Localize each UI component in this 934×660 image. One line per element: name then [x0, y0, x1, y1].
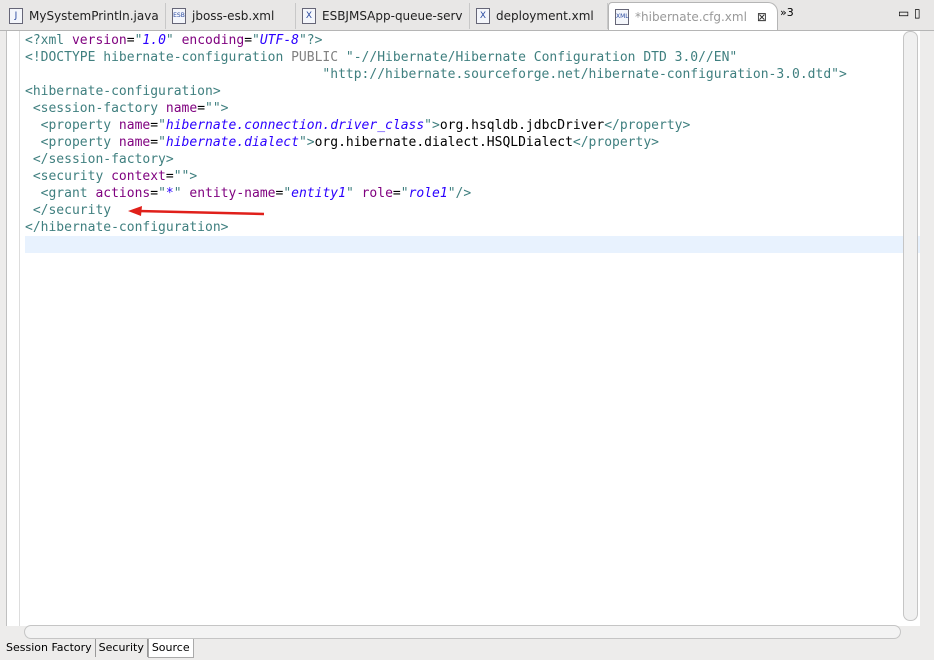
token-text: = [197, 101, 206, 116]
code-line: <security context=""> [25, 168, 920, 185]
bottom-page-tabs: Session Factory Security Source [3, 639, 194, 658]
token-tag: ""> [205, 101, 229, 116]
tab-label: MySystemPrintln.java [29, 9, 159, 23]
code-line: <property name="hibernate.dialect">org.h… [25, 134, 920, 151]
token-tag: " [345, 186, 362, 201]
token-val: * [165, 186, 174, 201]
tab-label: deployment.xml [496, 9, 594, 23]
token-text: = [150, 186, 159, 201]
code-line: "http://hibernate.sourceforge.net/hibern… [25, 66, 920, 83]
annotation-ruler [7, 31, 20, 626]
file-icon: X [302, 8, 316, 24]
tab-overflow-button[interactable]: »3 [780, 6, 794, 19]
token-tag: " [158, 186, 166, 201]
token-val: UTF-8 [259, 33, 299, 48]
code-line: <grant actions="*" entity-name="entity1"… [25, 185, 920, 202]
token-tag: <?xml [25, 33, 72, 48]
maximize-button[interactable]: ▯ [914, 6, 921, 20]
editor-tab-bar: J MySystemPrintln.java ESB jboss-esb.xml X ES… [0, 0, 934, 31]
file-icon: ESB [172, 8, 186, 24]
token-kw: PUBLIC [291, 50, 339, 65]
token-str: "-//Hibernate/Hibernate Configuration DT… [338, 50, 738, 65]
file-icon: XML [615, 8, 629, 25]
tab-2[interactable]: X ESBJMSApp-queue-serv [296, 3, 470, 29]
token-attr: context [111, 169, 166, 184]
token-val: entity1 [291, 186, 346, 201]
token-val: hibernate.dialect [165, 135, 299, 150]
token-tag: <property [25, 135, 119, 150]
code-line: <?xml version="1.0" encoding="UTF-8"?> [25, 32, 920, 49]
tab-3[interactable]: Xdeployment.xml [470, 3, 608, 29]
token-tag: <!DOCTYPE hibernate-configuration [25, 50, 292, 65]
token-tag: "?> [298, 33, 323, 48]
token-val: 1.0 [142, 33, 166, 48]
token-text: = [392, 186, 401, 201]
token-text: = [126, 33, 135, 48]
token-attr: entity-name [189, 186, 276, 201]
red-arrow-annotation [128, 206, 265, 216]
token-text: = [150, 135, 159, 150]
token-tag: "> [298, 135, 315, 150]
file-icon: X [476, 8, 490, 24]
token-text: = [150, 118, 159, 133]
token-val: hibernate.connection.driver_class [165, 118, 425, 133]
token-tag: <hibernate-configuration> [25, 84, 221, 99]
token-tag: <grant [25, 186, 96, 201]
token-tag: ""> [173, 169, 198, 184]
token-tag: </security [25, 203, 112, 218]
token-tag: <property [25, 118, 119, 133]
file-icon: J [9, 8, 23, 24]
token-tag: <session-factory [25, 101, 166, 116]
token-text: org.hsqldb.jdbcDriver [439, 118, 605, 133]
code-line: <hibernate-configuration> [25, 83, 920, 100]
code-line: <!DOCTYPE hibernate-configuration PUBLIC… [25, 49, 920, 66]
close-tab-icon[interactable]: ⊠ [757, 10, 767, 24]
token-tag: "/> [447, 186, 472, 201]
tab-0[interactable]: J MySystemPrintln.java [3, 3, 166, 29]
token-tag: </session-factory> [25, 152, 174, 167]
token-attr: name [165, 101, 198, 116]
code-line [25, 236, 920, 253]
horizontal-scrollbar[interactable] [24, 625, 901, 639]
token-val: role1 [408, 186, 448, 201]
token-tag: " [173, 186, 190, 201]
token-attr: role [361, 186, 393, 201]
page-tab-security[interactable]: Security [96, 639, 148, 657]
minimize-button[interactable]: ▭ [898, 6, 909, 20]
tab-1[interactable]: ESB jboss-esb.xml [166, 3, 296, 29]
page-tab-source[interactable]: Source [147, 639, 194, 658]
token-attr: name [118, 135, 151, 150]
token-tag: "> [424, 118, 440, 133]
token-text: = [244, 33, 253, 48]
code-line: </session-factory> [25, 151, 920, 168]
token-tag: " [283, 186, 292, 201]
token-attr: actions [95, 186, 151, 201]
xml-source-editor[interactable]: <?xml version="1.0" encoding="UTF-8"?> <!… [6, 31, 920, 626]
token-attr: version [71, 33, 127, 48]
vertical-scrollbar[interactable] [903, 31, 918, 621]
token-str: "http://hibernate.sourceforge.net/hibern… [25, 67, 847, 82]
token-attr: encoding [181, 33, 245, 48]
token-tag: </property> [572, 135, 659, 150]
code-line: </hibernate-configuration> [25, 219, 920, 236]
tab-label: jboss-esb.xml [192, 9, 275, 23]
token-tag: " [158, 135, 166, 150]
token-attr: name [118, 118, 151, 133]
token-tag: " [158, 118, 166, 133]
page-tab-session-factory[interactable]: Session Factory [3, 639, 96, 657]
token-text: = [165, 169, 174, 184]
token-tag: " [400, 186, 409, 201]
code-line: <property name="hibernate.connection.dri… [25, 117, 920, 134]
code-line: <session-factory name=""> [25, 100, 920, 117]
token-tag: " [165, 33, 182, 48]
token-tag: " [252, 33, 260, 48]
token-text: org.hibernate.dialect.HSQLDialect [314, 135, 573, 150]
token-tag: </property> [604, 118, 691, 133]
tab-4[interactable]: XML *hibernate.cfg.xml ⊠ [608, 2, 778, 30]
tab-label: ESBJMSApp-queue-serv [322, 9, 463, 23]
token-tag: </hibernate-configuration> [25, 220, 229, 235]
token-tag: <security [25, 169, 112, 184]
tab-label: *hibernate.cfg.xml [635, 9, 747, 24]
